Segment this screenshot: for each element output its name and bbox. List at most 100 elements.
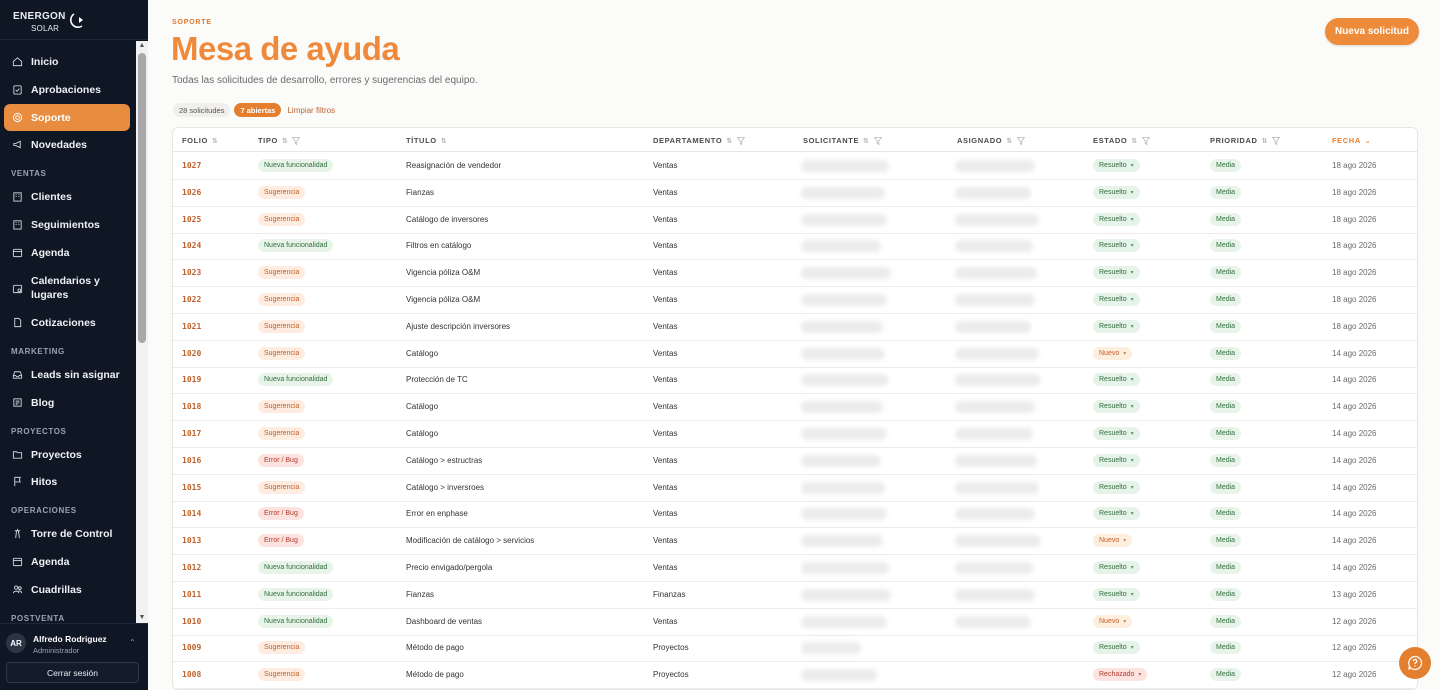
folio-link[interactable]: 1021: [182, 322, 201, 331]
sort-icon[interactable]: ⇅: [863, 137, 869, 145]
filter-icon[interactable]: [736, 136, 745, 145]
ticket-title[interactable]: Reasignación de vendedor: [406, 161, 501, 170]
folio-link[interactable]: 1025: [182, 215, 201, 224]
sort-icon[interactable]: ⇅: [726, 137, 732, 145]
status-badge[interactable]: Resuelto ▾: [1093, 641, 1140, 655]
col-departamento[interactable]: DEPARTAMENTO ⇅: [653, 136, 745, 145]
folio-link[interactable]: 1011: [182, 590, 201, 599]
ticket-title[interactable]: Error en enphase: [406, 509, 468, 518]
status-badge[interactable]: Resuelto ▾: [1093, 293, 1140, 306]
folio-link[interactable]: 1017: [182, 429, 201, 438]
status-badge[interactable]: Resuelto ▾: [1093, 319, 1140, 333]
filter-icon[interactable]: [1016, 136, 1025, 145]
status-badge[interactable]: Resuelto ▾: [1093, 400, 1140, 414]
folio-link[interactable]: 1027: [182, 161, 201, 170]
sort-icon[interactable]: ⇅: [1006, 137, 1012, 145]
table-row[interactable]: 1012 Nueva funcionalidad Precio envigado/p…: [173, 555, 1417, 582]
sidebar-item-novedades[interactable]: Novedades: [4, 131, 130, 158]
col-solicitante[interactable]: SOLICITANTE ⇅: [803, 136, 882, 145]
folio-link[interactable]: 1015: [182, 483, 201, 492]
col-titulo[interactable]: TÍTULO ⇅: [406, 136, 447, 145]
col-prioridad[interactable]: PRIORIDAD ⇅: [1210, 136, 1280, 145]
status-badge[interactable]: Resuelto ▾: [1093, 480, 1140, 494]
table-row[interactable]: 1023 Sugerencia Vigencia póliza O&M Ventas R…: [173, 260, 1417, 288]
col-asignado[interactable]: ASIGNADO ⇅: [957, 136, 1025, 145]
col-tipo[interactable]: TIPO ⇅: [258, 136, 301, 145]
status-badge[interactable]: Resuelto ▾: [1093, 587, 1140, 601]
status-badge[interactable]: Resuelto ▾: [1093, 266, 1140, 280]
chevron-up-icon[interactable]: ⌃: [129, 638, 136, 647]
table-row[interactable]: 1015 Sugerencia Catálogo > inversroes Venta…: [173, 475, 1417, 502]
status-badge[interactable]: Nuevo ▾: [1093, 346, 1133, 360]
table-row[interactable]: 1021 Sugerencia Ajuste descripción inverso…: [173, 314, 1417, 341]
open-filter-chip[interactable]: 7 abiertas: [234, 103, 282, 117]
ticket-title[interactable]: Vigencia póliza O&M: [406, 268, 480, 277]
status-badge[interactable]: Resuelto ▾: [1093, 159, 1140, 172]
folio-link[interactable]: 1019: [182, 375, 201, 384]
sort-icon[interactable]: ⇅: [282, 137, 288, 145]
filter-icon[interactable]: [1271, 136, 1280, 145]
status-badge[interactable]: Resuelto ▾: [1093, 561, 1140, 574]
col-folio[interactable]: FOLIO ⇅: [182, 136, 218, 145]
new-request-button[interactable]: Nueva solicitud: [1325, 18, 1419, 45]
col-fecha[interactable]: FECHA ⌄: [1332, 136, 1371, 145]
sidebar-item-inicio[interactable]: Inicio: [4, 48, 130, 75]
folio-link[interactable]: 1026: [182, 188, 201, 197]
table-row[interactable]: 1019 Nueva funcionalidad Protección de TC V…: [173, 367, 1417, 395]
avatar[interactable]: AR: [6, 633, 26, 653]
table-row[interactable]: 1014 Error / Bug Error en enphase Ventas Res…: [173, 501, 1417, 529]
table-row[interactable]: 1026 Sugerencia Fianzas Ventas Resuelto ▾ Medi…: [173, 180, 1417, 207]
table-row[interactable]: 1013 Error / Bug Modificación de catálogo …: [173, 528, 1417, 556]
status-badge[interactable]: Resuelto ▾: [1093, 239, 1140, 253]
ticket-title[interactable]: Filtros en catálogo: [406, 241, 471, 250]
table-row[interactable]: 1018 Sugerencia Catálogo Ventas Resuelto ▾ Med…: [173, 394, 1417, 422]
sidebar-item-seguimientos[interactable]: Seguimientos: [4, 211, 130, 238]
folio-link[interactable]: 1023: [182, 268, 201, 277]
folio-link[interactable]: 1020: [182, 349, 201, 358]
ticket-title[interactable]: Catálogo: [406, 349, 438, 358]
sidebar-item-clientes[interactable]: Clientes: [4, 183, 130, 210]
sidebar-item-cuadrillas[interactable]: Cuadrillas: [4, 576, 130, 603]
status-badge[interactable]: Resuelto ▾: [1093, 373, 1140, 387]
sidebar-item-soporte[interactable]: Soporte: [4, 104, 130, 131]
sidebar-item-leads[interactable]: Leads sin asignar: [4, 361, 130, 388]
folio-link[interactable]: 1022: [182, 295, 201, 304]
sidebar-item-agenda-operaciones[interactable]: Agenda: [4, 548, 130, 575]
folio-link[interactable]: 1008: [182, 670, 201, 679]
status-badge[interactable]: Nuevo ▾: [1093, 614, 1133, 628]
sidebar-item-proyectos[interactable]: Proyectos: [4, 441, 130, 468]
help-chat-button[interactable]: [1399, 647, 1431, 679]
status-badge[interactable]: Resuelto ▾: [1093, 427, 1140, 440]
ticket-title[interactable]: Ajuste descripción inversores: [406, 322, 510, 331]
folio-link[interactable]: 1012: [182, 563, 201, 572]
sort-desc-icon[interactable]: ⌄: [1365, 137, 1371, 145]
ticket-title[interactable]: Catálogo > inversroes: [406, 483, 484, 492]
table-row[interactable]: 1022 Sugerencia Vigencia póliza O&M Ventas R…: [173, 287, 1417, 314]
status-badge[interactable]: Resuelto ▾: [1093, 507, 1140, 521]
status-badge[interactable]: Resuelto ▾: [1093, 453, 1140, 467]
folio-link[interactable]: 1018: [182, 402, 201, 411]
filter-icon[interactable]: [873, 136, 882, 145]
sort-icon[interactable]: ⇅: [441, 137, 447, 145]
col-estado[interactable]: ESTADO ⇅: [1093, 136, 1150, 145]
table-row[interactable]: 1020 Sugerencia Catálogo Ventas Nuevo ▾ Media 1…: [173, 341, 1417, 368]
sort-icon[interactable]: ⇅: [1131, 137, 1137, 145]
status-badge[interactable]: Resuelto ▾: [1093, 185, 1140, 199]
ticket-title[interactable]: Catálogo de inversores: [406, 215, 488, 224]
table-row[interactable]: 1027 Nueva funcionalidad Reasignación de v…: [173, 153, 1417, 180]
folio-link[interactable]: 1014: [182, 509, 201, 518]
sidebar-item-calendarios[interactable]: Calendarios y lugares: [4, 269, 130, 307]
ticket-title[interactable]: Catálogo > estructras: [406, 456, 482, 465]
status-badge[interactable]: Resuelto ▾: [1093, 212, 1140, 226]
table-row[interactable]: 1025 Sugerencia Catálogo de inversores Vent…: [173, 207, 1417, 234]
sidebar-item-cotizaciones[interactable]: Cotizaciones: [4, 309, 130, 336]
sidebar-item-aprobaciones[interactable]: Aprobaciones: [4, 76, 130, 103]
ticket-title[interactable]: Protección de TC: [406, 375, 468, 384]
ticket-title[interactable]: Precio envigado/pergola: [406, 563, 492, 572]
scroll-up-icon[interactable]: ▲: [138, 42, 146, 50]
scroll-down-icon[interactable]: ▼: [138, 614, 146, 622]
status-badge[interactable]: Rechazado ▾: [1093, 668, 1148, 682]
table-row[interactable]: 1010 Nueva funcionalidad Dashboard de vent…: [173, 609, 1417, 636]
brand-logo[interactable]: ENERGON SOLAR: [0, 0, 148, 40]
clear-filters-link[interactable]: Limpiar filtros: [287, 106, 335, 115]
